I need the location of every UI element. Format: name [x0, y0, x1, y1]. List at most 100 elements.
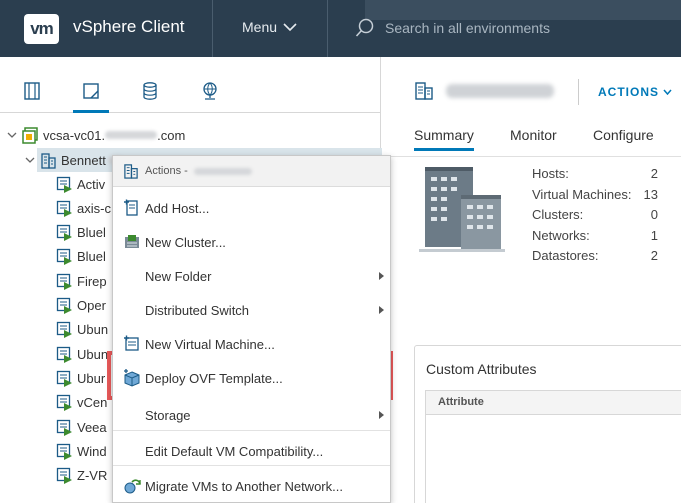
attribute-column-header[interactable]: Attribute: [426, 391, 681, 415]
actions-button[interactable]: ACTIONS: [598, 85, 672, 99]
storage-tab[interactable]: [138, 79, 162, 103]
menu-item-edit-default-vm-compatibility[interactable]: Edit Default VM Compatibility...: [113, 434, 390, 468]
new-cluster-icon: [125, 235, 139, 248]
menu-item-label: New Cluster...: [145, 234, 226, 250]
tree-node-label-suffix: .com: [157, 127, 186, 143]
custom-attributes-table: Attribute: [425, 390, 681, 503]
vcenter-icon: [22, 126, 38, 144]
menu-item-new-folder[interactable]: New Folder: [113, 259, 390, 293]
tree-node-label: Z-VR: [77, 468, 108, 484]
submenu-arrow-icon: [379, 272, 384, 280]
vm-icon: [56, 200, 72, 217]
menu-item-label: New Folder: [145, 268, 212, 284]
menu-item-migrate-vms-to-another-network[interactable]: Migrate VMs to Another Network...: [113, 469, 390, 503]
vm-icon: [56, 443, 72, 460]
stat-row: Virtual Machines: 13: [532, 187, 681, 208]
tree-node-vm[interactable]: Wind: [56, 440, 107, 462]
header-divider: [212, 0, 213, 57]
tree-node-vm[interactable]: Veea: [56, 416, 107, 438]
submenu-arrow-icon: [379, 411, 384, 419]
menu-item-storage[interactable]: Storage: [113, 398, 390, 432]
tree-node-label: Bluel: [77, 249, 106, 265]
datacenter-icon: [41, 152, 56, 169]
tree-node-vm[interactable]: Oper: [56, 295, 106, 317]
tree-node-label: Bluel: [77, 225, 106, 241]
redacted-title: [446, 84, 554, 98]
tree-node-vm[interactable]: Ubur: [56, 367, 105, 389]
stat-label: Hosts:: [532, 166, 569, 181]
tree-node-vm[interactable]: Bluel: [56, 222, 106, 244]
hosts-clusters-icon: [24, 82, 40, 100]
menu-item-distributed-switch[interactable]: Distributed Switch: [113, 293, 390, 327]
deploy-ovf-icon: [124, 369, 140, 387]
tree-node-vm[interactable]: Firep: [56, 270, 107, 292]
search-input[interactable]: [385, 20, 635, 36]
menu-item-label: Add Host...: [145, 200, 210, 216]
tree-node-vm[interactable]: Bluel: [56, 246, 106, 268]
context-menu: Actions - Add Host... New Cluster... New F…: [112, 155, 391, 503]
vm-icon: [56, 273, 72, 290]
tab-monitor[interactable]: Monitor: [510, 127, 557, 143]
custom-attributes-title: Custom Attributes: [426, 361, 537, 377]
context-menu-title: Actions -: [145, 165, 188, 177]
tree-node-vm[interactable]: Z-VR: [56, 465, 107, 487]
menu-item-add-host[interactable]: Add Host...: [113, 191, 390, 225]
chevron-down-icon[interactable]: [24, 154, 36, 166]
chevron-down-icon: [663, 89, 672, 95]
app-title: vSphere Client: [73, 17, 185, 36]
datacenter-icon: [415, 82, 433, 100]
tree-node-label: Wind: [77, 443, 107, 459]
chevron-down-icon: [283, 23, 297, 32]
stat-value: 2: [650, 248, 658, 263]
stat-label: Virtual Machines:: [532, 186, 632, 202]
tree-node-label: vcsa-vc01.: [43, 127, 106, 143]
tab-configure[interactable]: Configure: [593, 127, 654, 143]
migrate-network-icon: [124, 479, 141, 494]
tree-node-vm[interactable]: Ubun: [56, 319, 108, 341]
menu-item-deploy-ovf-template[interactable]: Deploy OVF Template...: [113, 361, 390, 395]
stat-row: Datastores: 2: [532, 248, 681, 269]
menu-item-label: New Virtual Machine...: [145, 336, 275, 352]
header-divider: [327, 0, 328, 57]
menu-item-new-cluster[interactable]: New Cluster...: [113, 225, 390, 259]
stat-row: Clusters: 0: [532, 207, 681, 228]
menu-item-new-virtual-machine[interactable]: New Virtual Machine...: [113, 327, 390, 361]
stat-row: Hosts: 2: [532, 166, 681, 187]
stat-label: Networks:: [532, 227, 590, 243]
menu-item-label: Deploy OVF Template...: [145, 370, 283, 386]
stat-value: 2: [650, 166, 658, 181]
tree-node-datacenter[interactable]: Bennett: [24, 149, 122, 171]
menu-button[interactable]: Menu: [242, 19, 297, 35]
networking-tab[interactable]: [198, 79, 222, 103]
menu-separator: [113, 465, 390, 466]
tab-summary[interactable]: Summary: [414, 127, 474, 151]
title-divider: [578, 79, 579, 105]
top-header: vm vSphere Client Menu: [0, 0, 681, 57]
vm-icon: [56, 224, 72, 242]
tree-node-vm[interactable]: Ubun: [56, 343, 108, 365]
chevron-down-icon[interactable]: [6, 129, 18, 141]
tree-node-vm[interactable]: vCen: [56, 392, 107, 414]
tree-node-vcenter[interactable]: vcsa-vc01. .com: [6, 124, 185, 146]
new-vm-icon: [124, 335, 139, 351]
vms-templates-tab[interactable]: [73, 79, 109, 113]
tree-node-vm[interactable]: Activ: [56, 173, 105, 195]
stat-label: Datastores:: [532, 248, 599, 263]
global-search[interactable]: [355, 18, 635, 38]
vmware-logo[interactable]: vm: [24, 14, 59, 44]
vsphere-client-window: vm vSphere Client Menu Search in all env…: [0, 0, 681, 503]
tree-node-label: Ubun: [77, 322, 109, 338]
tree-node-label: Ubun: [77, 346, 109, 362]
tree-node-label: Ubur: [77, 370, 106, 386]
vm-icon: [56, 395, 72, 412]
hosts-clusters-tab[interactable]: [20, 79, 44, 103]
networking-icon: [203, 82, 217, 100]
actions-label: ACTIONS: [598, 85, 659, 99]
summary-panel: ACTIONS Summary Monitor Configure Hosts:…: [382, 57, 681, 503]
tree-node-label: Bennett: [61, 152, 106, 168]
menu-label: Menu: [242, 19, 278, 35]
submenu-arrow-icon: [379, 306, 384, 314]
datacenter-icon: [124, 164, 138, 179]
tree-node-vm[interactable]: axis-c: [56, 197, 111, 219]
search-icon: [355, 18, 374, 37]
